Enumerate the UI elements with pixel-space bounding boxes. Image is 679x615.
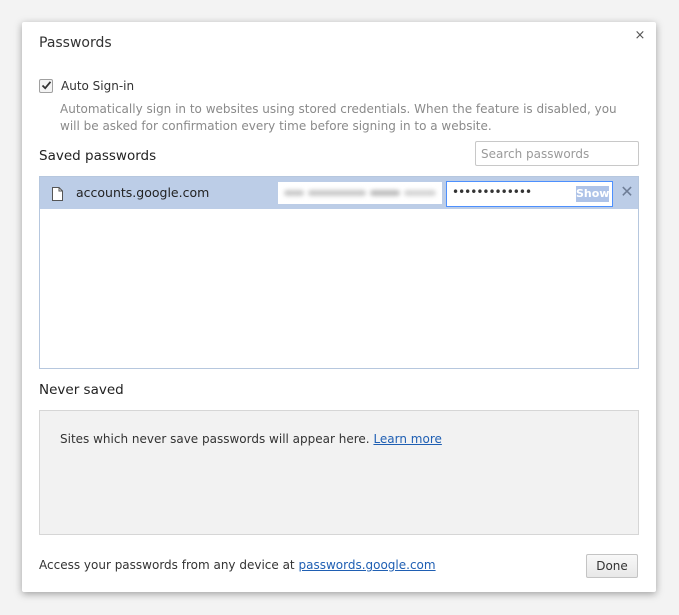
username-field-blurred	[278, 182, 442, 204]
password-mask: •••••••••••••	[452, 185, 532, 199]
close-button[interactable]: ×	[633, 29, 647, 43]
auto-signin-checkbox[interactable]	[39, 79, 53, 93]
page-icon	[52, 186, 63, 205]
never-saved-empty-message: Sites which never save passwords will ap…	[60, 432, 442, 446]
footer-message: Access your passwords from any device at…	[39, 558, 436, 572]
checkmark-icon	[41, 81, 52, 90]
delete-password-icon[interactable]: ✕	[620, 184, 634, 200]
learn-more-link[interactable]: Learn more	[373, 432, 441, 446]
dialog-title: Passwords	[39, 35, 112, 51]
saved-passwords-list[interactable]: accounts.google.com ••••••••••••• Show ✕	[39, 176, 639, 369]
passwords-dialog: Passwords × Auto Sign-in Automatically s…	[22, 22, 656, 592]
show-password-button[interactable]: Show	[576, 186, 609, 202]
never-saved-heading: Never saved	[39, 382, 124, 398]
saved-password-row[interactable]: accounts.google.com ••••••••••••• Show ✕	[40, 177, 638, 209]
site-origin: accounts.google.com	[76, 185, 210, 200]
auto-signin-row[interactable]: Auto Sign-in	[39, 79, 134, 93]
saved-passwords-heading: Saved passwords	[39, 148, 157, 164]
auto-signin-description: Automatically sign in to websites using …	[60, 102, 617, 133]
search-passwords-input[interactable]	[475, 141, 639, 166]
page-backdrop: Passwords × Auto Sign-in Automatically s…	[0, 0, 679, 615]
footer-text: Access your passwords from any device at	[39, 558, 295, 572]
never-saved-list: Sites which never save passwords will ap…	[39, 410, 639, 535]
auto-signin-label[interactable]: Auto Sign-in	[61, 79, 134, 93]
password-field[interactable]: ••••••••••••• Show	[446, 181, 613, 207]
never-saved-text: Sites which never save passwords will ap…	[60, 432, 370, 446]
passwords-site-link[interactable]: passwords.google.com	[298, 558, 435, 572]
done-button[interactable]: Done	[586, 554, 638, 578]
